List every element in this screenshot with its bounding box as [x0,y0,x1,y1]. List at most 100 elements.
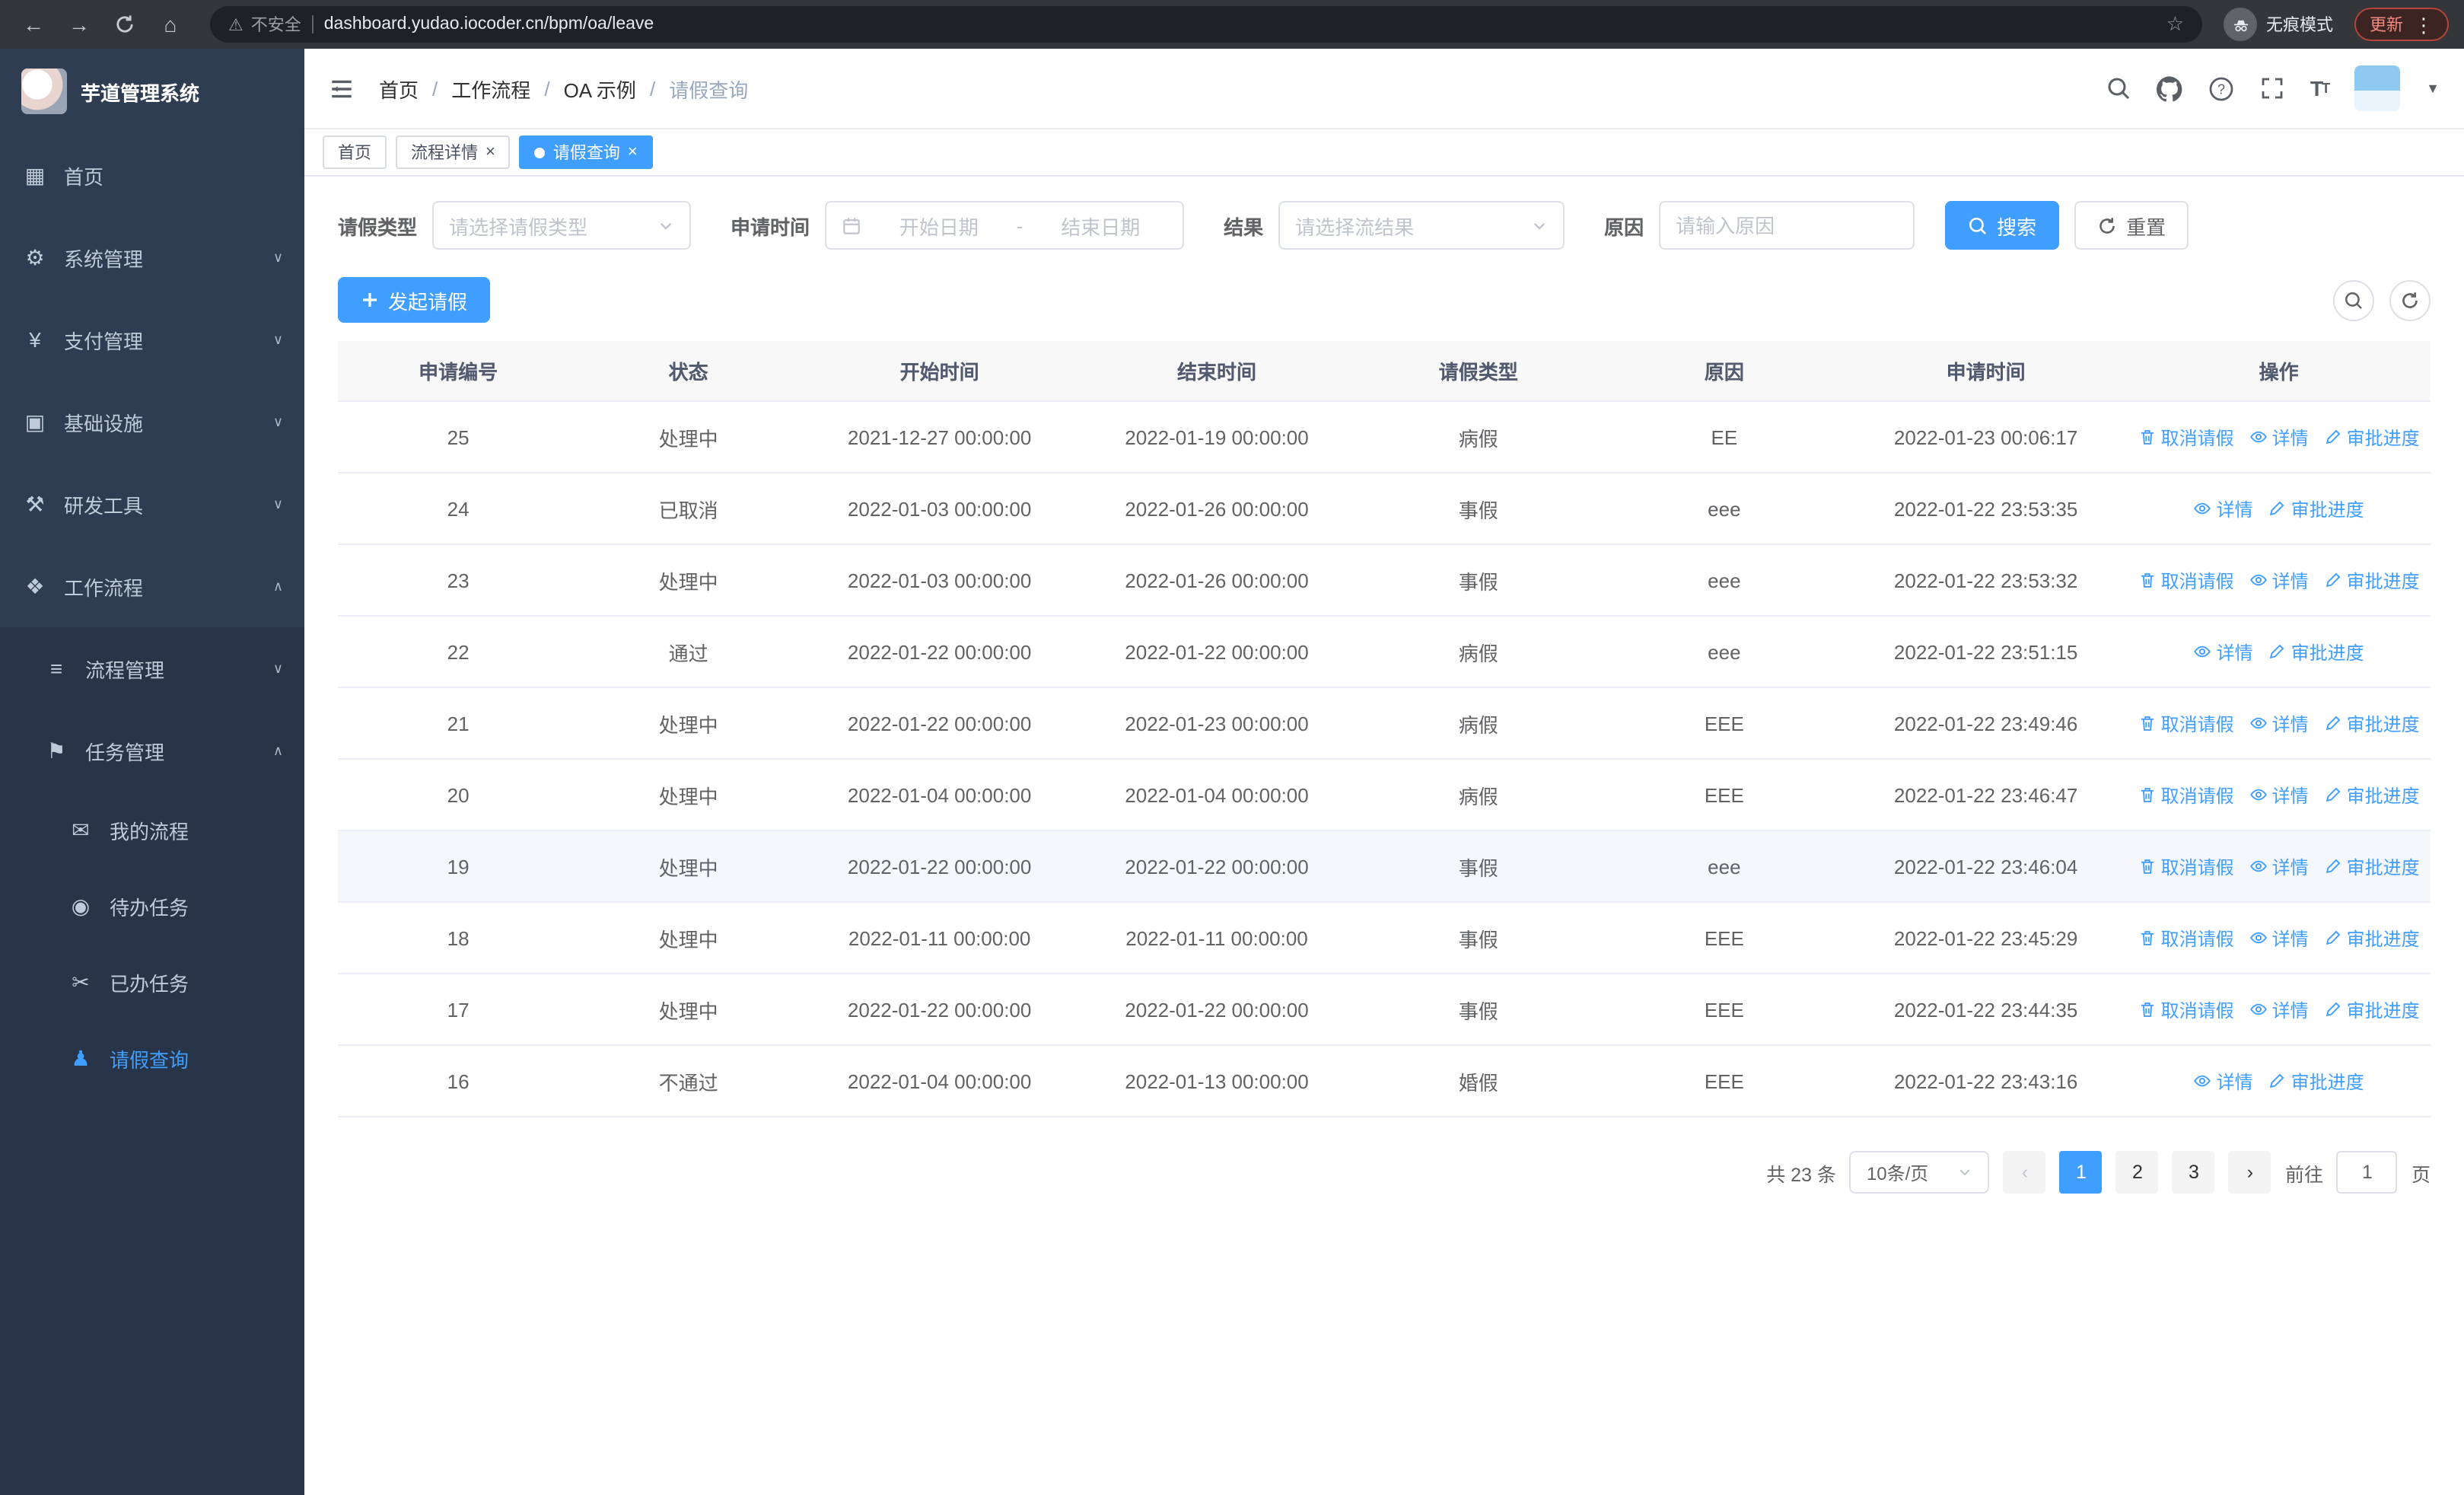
search-button[interactable]: 搜索 [1945,201,2060,250]
tab-请假查询[interactable]: 请假查询 × [519,135,653,169]
bookmark-star-icon[interactable]: ☆ [2166,12,2184,37]
cell-end: 2022-01-11 00:00:00 [1125,926,1308,949]
action-detail-link[interactable]: 详情 [2249,853,2309,879]
user-avatar[interactable] [2354,65,2401,111]
action-progress-link[interactable]: 审批进度 [2268,639,2364,665]
action-cancel-link[interactable]: 取消请假 [2138,925,2234,951]
browser-refresh-button[interactable] [107,6,143,43]
action-detail-link[interactable]: 详情 [2249,996,2309,1022]
tab-label: 请假查询 [552,145,620,163]
action-detail-link[interactable]: 详情 [2194,1068,2253,1094]
result-select[interactable]: 请选择流结果 [1278,201,1565,250]
sidebar-item-label: 待办任务 [110,896,189,919]
action-cancel-link[interactable]: 取消请假 [2138,782,2234,808]
action-progress-link[interactable]: 审批进度 [2324,853,2420,879]
action-cancel-link[interactable]: 取消请假 [2138,567,2234,593]
browser-back-button[interactable]: ← [15,6,52,43]
action-progress-link[interactable]: 审批进度 [2324,782,2420,808]
prev-page-button[interactable]: ‹ [2003,1151,2046,1194]
browser-forward-button[interactable]: → [61,6,97,43]
reset-button[interactable]: 重置 [2074,201,2189,250]
security-warning[interactable]: ⚠ 不安全 [228,12,301,37]
url-text[interactable]: dashboard.yudao.iocoder.cn/bpm/oa/leave [324,15,2156,33]
action-label: 详情 [2271,928,2309,949]
action-detail-link[interactable]: 详情 [2249,424,2309,450]
breadcrumb-item[interactable]: OA 示例 [564,74,636,103]
header-search-button[interactable] [2106,76,2131,100]
sidebar-item-task-mgmt[interactable]: ⚑ 任务管理 ∧ [0,709,304,792]
action-detail-link[interactable]: 详情 [2194,496,2253,521]
sidebar-item-dev-tools[interactable]: ⚒ 研发工具 ∨ [0,463,304,545]
sidebar-item-my-process[interactable]: ✉ 我的流程 [0,792,304,868]
action-detail-link[interactable]: 详情 [2249,782,2309,808]
action-progress-link[interactable]: 审批进度 [2324,996,2420,1022]
toggle-search-button[interactable] [2333,279,2374,320]
sidebar-collapse-button[interactable] [329,75,355,101]
action-label: 详情 [2271,427,2309,448]
browser-update-button[interactable]: 更新 ⋮ [2354,8,2449,41]
cell-id: 16 [447,1069,470,1092]
leave-type-select[interactable]: 请选择请假类型 [432,201,692,250]
action-cancel-link[interactable]: 取消请假 [2138,710,2234,736]
action-detail-link[interactable]: 详情 [2249,710,2309,736]
cell-status: 不通过 [658,1071,718,1094]
breadcrumb-item[interactable]: 首页 [379,74,419,103]
breadcrumb-item[interactable]: 工作流程 [451,74,530,103]
action-label: 详情 [2216,642,2253,663]
action-detail-link[interactable]: 详情 [2249,925,2309,951]
font-size-button[interactable]: TT [2310,76,2330,100]
fullscreen-button[interactable] [2260,76,2284,100]
action-label: 取消请假 [2160,785,2234,806]
help-button[interactable]: ? [2208,75,2234,101]
sidebar-item-payment[interactable]: ¥ 支付管理 ∨ [0,298,304,381]
close-tab-icon[interactable]: × [485,143,495,161]
cell-status: 处理中 [658,928,718,951]
refresh-icon [2099,217,2115,233]
sidebar-item-todo-task[interactable]: ◉ 待办任务 [0,868,304,944]
action-progress-link[interactable]: 审批进度 [2324,925,2420,951]
action-progress-link[interactable]: 审批进度 [2268,1068,2364,1094]
action-progress-link[interactable]: 审批进度 [2324,710,2420,736]
tab-首页[interactable]: 首页 [323,135,387,169]
app-logo-row[interactable]: 芋道管理系统 [0,49,304,134]
tab-流程详情[interactable]: 流程详情 × [396,135,511,169]
sidebar-item-infra[interactable]: ▣ 基础设施 ∨ [0,381,304,463]
page-label: 页 [2411,1164,2431,1185]
goto-label: 前往 [2284,1164,2323,1185]
action-cancel-link[interactable]: 取消请假 [2138,996,2234,1022]
cell-reason: eee [1708,497,1741,520]
browser-home-button[interactable]: ⌂ [152,6,189,43]
action-progress-link[interactable]: 审批进度 [2324,567,2420,593]
github-link[interactable] [2157,75,2182,101]
page-size-select[interactable]: 10条/页 [1849,1151,1990,1194]
create-leave-button[interactable]: 发起请假 [338,277,491,323]
action-label: 审批进度 [2346,570,2420,591]
action-detail-link[interactable]: 详情 [2249,567,2309,593]
sidebar-item-system[interactable]: ⚙ 系统管理 ∨ [0,216,304,298]
page-button-3[interactable]: 3 [2172,1151,2215,1194]
action-label: 取消请假 [2160,928,2234,949]
sidebar-item-workflow[interactable]: ❖ 工作流程 ∧ [0,545,304,627]
action-cancel-link[interactable]: 取消请假 [2138,424,2234,450]
refresh-table-button[interactable] [2389,279,2431,320]
browser-menu-icon[interactable]: ⋮ [2414,14,2434,34]
apply-time-range-picker[interactable]: 开始日期 - 结束日期 [825,201,1185,250]
page-button-1[interactable]: 1 [2059,1151,2103,1194]
cell-status: 处理中 [658,570,718,593]
action-progress-link[interactable]: 审批进度 [2324,424,2420,450]
table-row: 19 处理中 2022-01-22 00:00:00 2022-01-22 00:00… [338,831,2431,903]
page-button-2[interactable]: 2 [2115,1151,2159,1194]
action-progress-link[interactable]: 审批进度 [2268,496,2364,521]
reason-input[interactable] [1659,201,1915,250]
action-cancel-link[interactable]: 取消请假 [2138,853,2234,879]
action-detail-link[interactable]: 详情 [2194,639,2253,665]
close-tab-icon[interactable]: × [628,143,638,161]
goto-page-input[interactable] [2336,1151,2398,1194]
next-page-button[interactable]: › [2228,1151,2271,1194]
sidebar-item-done-task[interactable]: ✂ 已办任务 [0,944,304,1020]
sidebar-item-home[interactable]: ▦ 首页 [0,134,304,216]
address-bar[interactable]: ⚠ 不安全 dashboard.yudao.iocoder.cn/bpm/oa/… [210,6,2202,43]
sidebar-item-process-mgmt[interactable]: ≡ 流程管理 ∨ [0,627,304,709]
user-menu-caret-icon[interactable]: ▼ [2426,81,2440,96]
sidebar-item-leave-query[interactable]: ♟ 请假查询 [0,1020,304,1096]
